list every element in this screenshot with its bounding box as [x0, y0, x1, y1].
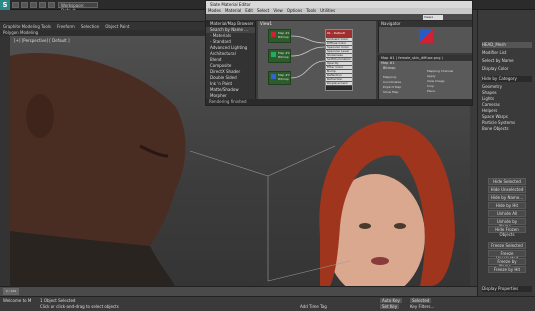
material-map-browser: Material/Map Browser Search by Name ... …: [206, 21, 256, 99]
freeze-unselected-button[interactable]: Freeze Unselected: [488, 250, 526, 261]
tab-graphite-modeling[interactable]: Graphite Modeling Tools: [3, 24, 51, 29]
timeline[interactable]: 0 / 100: [0, 286, 477, 296]
select-by-name[interactable]: Select by Name: [482, 58, 532, 64]
hide-by-category-rollout[interactable]: Hide by Category: [482, 76, 532, 82]
open-icon[interactable]: [21, 1, 28, 8]
material-slot[interactable]: Displacement: [326, 82, 352, 86]
menu-view[interactable]: View: [273, 8, 283, 14]
selected-dropdown[interactable]: Selected: [410, 298, 432, 303]
hide-frozen-button[interactable]: Hide Frozen Objects: [488, 226, 526, 237]
params-mapping: Mapping: Coordinates Explicit Map Show M…: [383, 75, 402, 94]
freeze-selected-button[interactable]: Freeze Selected: [488, 242, 526, 249]
category-checkbox[interactable]: Bone Objects: [482, 126, 532, 132]
unhide-all-button[interactable]: Unhide All: [488, 210, 526, 217]
redo-icon[interactable]: [48, 1, 55, 8]
navigator-title: Navigator: [379, 21, 472, 27]
workspace-dropdown[interactable]: Workspace: Default: [58, 1, 98, 13]
node-view[interactable]: View1 Map #1 Bitmap Map #2 Bitmap Map #3 Bi…: [258, 21, 376, 99]
ribbon-tabs: Graphite Modeling Tools Freeform Selecti…: [0, 22, 205, 30]
freeze-by-name-button[interactable]: Freeze by Name...: [488, 258, 526, 269]
view-select-dropdown[interactable]: View1: [423, 15, 443, 20]
undo-icon[interactable]: [39, 1, 46, 8]
auto-key-button[interactable]: Auto Key: [380, 298, 402, 303]
hide-selected-button[interactable]: Hide Selected: [488, 178, 526, 185]
viewport-layout-strip: [0, 36, 10, 286]
male-ear-shape: [26, 94, 54, 138]
app-logo-icon[interactable]: S: [0, 0, 10, 10]
hide-unselected-button[interactable]: Hide Unselected: [488, 186, 526, 193]
save-icon[interactable]: [30, 1, 37, 8]
navigator-thumbnail[interactable]: [419, 29, 433, 43]
menu-edit[interactable]: Edit: [245, 8, 253, 14]
time-slider[interactable]: 0 / 100: [3, 288, 19, 295]
params-group[interactable]: Bitmap: [379, 66, 472, 71]
tab-freeform[interactable]: Freeform: [57, 24, 75, 29]
selection-status: 1 Object Selected: [40, 298, 76, 303]
menu-material[interactable]: Material: [225, 8, 241, 14]
slate-material-editor-window: Slate Material Editor Modes Material Edi…: [205, 0, 473, 106]
add-time-tag[interactable]: Add Time Tag: [300, 304, 327, 309]
hide-by-hit-button[interactable]: Hide by Hit: [488, 202, 526, 209]
viewport-label[interactable]: [+] [Perspective] [ Default ]: [14, 38, 70, 43]
navigator-panel: Navigator View1: [378, 15, 472, 53]
menu-utilities[interactable]: Utilities: [320, 8, 335, 14]
tab-selection[interactable]: Selection: [81, 24, 99, 29]
node-wires: [290, 35, 326, 79]
modifier-list-dropdown[interactable]: Modifier List: [482, 50, 532, 56]
freeze-by-hit-button[interactable]: Freeze by Hit: [488, 266, 526, 273]
menu-options[interactable]: Options: [287, 8, 302, 14]
display-properties-rollout[interactable]: Display Properties: [482, 286, 532, 292]
key-filters-button[interactable]: Key Filters...: [410, 304, 434, 309]
main-toolbar: [0, 10, 205, 22]
menu-select[interactable]: Select: [257, 8, 269, 14]
object-name-field[interactable]: HEAD_Mesh: [482, 42, 532, 48]
sme-title: Slate Material Editor: [206, 1, 472, 8]
prompt-text: Click or click-and-drag to select object…: [40, 304, 119, 309]
tab-object-paint[interactable]: Object Paint: [105, 24, 129, 29]
unhide-by-name-button[interactable]: Unhide by Name...: [488, 218, 526, 229]
status-bar: Welcome to M 1 Object Selected Click or …: [0, 296, 535, 311]
display-color[interactable]: Display Color: [482, 66, 532, 72]
standard-material-node[interactable]: 01 - Default Ambient Color Diffuse Color…: [325, 29, 353, 91]
menu-tools[interactable]: Tools: [306, 8, 316, 14]
params-cropping: Mapping Channel Apply View Image Crop Pl…: [427, 69, 454, 93]
command-panel: HEAD_Mesh Modifier List Select by Name D…: [477, 10, 535, 300]
set-key-button[interactable]: Set Key: [380, 304, 400, 309]
welcome-label: Welcome to M: [3, 298, 32, 303]
new-icon[interactable]: [12, 1, 19, 8]
menu-modes[interactable]: Modes: [208, 8, 221, 14]
parameter-editor-panel: Map #1 ( female_skin_diffuse.png ) Map #…: [378, 55, 472, 99]
hide-by-name-button[interactable]: Hide by Name...: [488, 194, 526, 201]
sme-status-bar: Rendering finished: [206, 99, 472, 105]
